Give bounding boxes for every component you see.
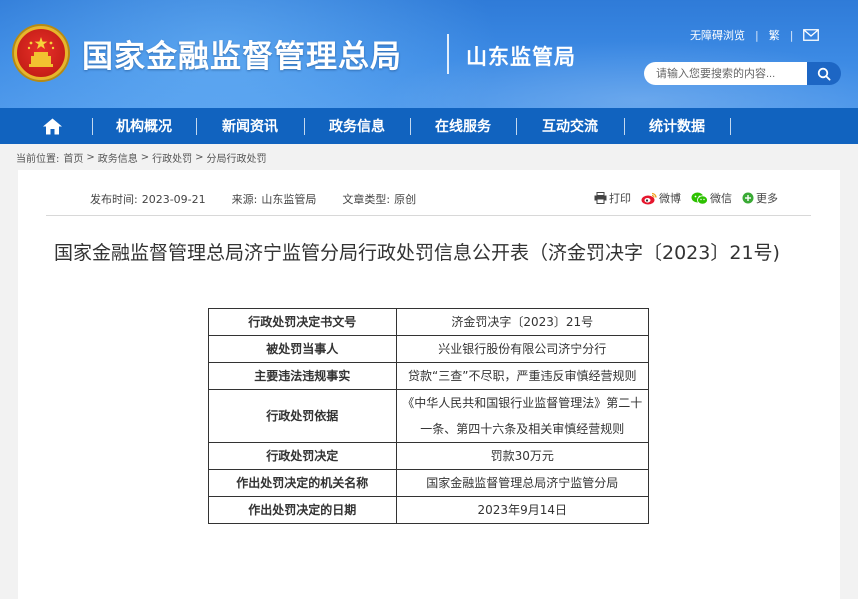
more-label: 更多	[756, 192, 778, 205]
home-icon	[42, 118, 62, 134]
home-nav-button[interactable]	[36, 108, 68, 144]
nav-item-online-service[interactable]: 在线服务	[415, 108, 511, 144]
article-title: 国家金融监督管理总局济宁监管分局行政处罚信息公开表（济金罚决字〔2023〕21号…	[54, 242, 780, 264]
type-value: 原创	[394, 193, 417, 206]
breadcrumb-separator: >	[86, 152, 95, 163]
wechat-icon	[691, 192, 708, 205]
table-key-cell: 作出处罚决定的机关名称	[208, 469, 397, 497]
nav-divider	[304, 118, 305, 135]
table-key-cell: 主要违法违规事实	[208, 362, 397, 390]
sub-title[interactable]: 山东监管局	[466, 41, 576, 71]
table-key-cell: 行政处罚决定书文号	[208, 308, 397, 336]
publish-date: 发布时间: 2023-09-21	[90, 191, 206, 207]
nav-item-statistics[interactable]: 统计数据	[629, 108, 725, 144]
table-value-cell: 2023年9月14日	[395, 496, 650, 524]
site-title[interactable]: 国家金融监督管理总局	[82, 31, 402, 76]
table-row: 行政处罚依据 《中华人民共和国银行业监督管理法》第二十一条、第四十六条及相关审慎…	[208, 389, 650, 443]
table-row: 作出处罚决定的机关名称 国家金融监督管理总局济宁监管分局	[208, 469, 650, 497]
table-row: 行政处罚决定 罚款30万元	[208, 442, 650, 470]
print-button[interactable]: 打印	[594, 190, 631, 206]
table-value-cell: 《中华人民共和国银行业监督管理法》第二十一条、第四十六条及相关审慎经营规则	[395, 389, 650, 443]
wechat-share-button[interactable]: 微信	[691, 190, 732, 206]
printer-icon	[594, 192, 607, 204]
breadcrumb-gov-info[interactable]: 政务信息	[98, 150, 138, 165]
nav-divider	[624, 118, 625, 135]
table-row: 被处罚当事人 兴业银行股份有限公司济宁分行	[208, 335, 650, 363]
table-row: 作出处罚决定的日期 2023年9月14日	[208, 496, 650, 524]
article-type: 文章类型: 原创	[342, 191, 416, 207]
search-input[interactable]	[644, 62, 808, 85]
top-link-divider: |	[755, 28, 759, 42]
nav-divider	[92, 118, 93, 135]
source-value: 山东监管局	[261, 193, 317, 206]
breadcrumb-branch-penalty[interactable]: 分局行政处罚	[207, 150, 267, 165]
share-bar: 打印 微博 微信 更多	[594, 190, 788, 206]
article-meta: 发布时间: 2023-09-21 来源: 山东监管局 文章类型: 原创	[90, 191, 442, 207]
table-key-cell: 被处罚当事人	[208, 335, 397, 363]
title-divider	[447, 34, 449, 74]
breadcrumb-penalty[interactable]: 行政处罚	[152, 150, 192, 165]
table-key-cell: 行政处罚依据	[208, 389, 397, 443]
breadcrumb-label: 当前位置:	[16, 154, 60, 165]
table-value-cell: 国家金融监督管理总局济宁监管分局	[395, 469, 650, 497]
plus-circle-icon	[742, 192, 754, 204]
article-panel: 发布时间: 2023-09-21 来源: 山东监管局 文章类型: 原创 打印 微博 微…	[18, 170, 840, 599]
nav-item-news[interactable]: 新闻资讯	[201, 108, 299, 144]
table-value-cell: 罚款30万元	[395, 442, 650, 470]
traditional-chinese-link[interactable]: 繁	[769, 27, 780, 43]
nav-item-org[interactable]: 机构概况	[97, 108, 191, 144]
penalty-info-table: 行政处罚决定书文号 济金罚决字〔2023〕21号 被处罚当事人 兴业银行股份有限…	[208, 308, 650, 524]
table-value-cell: 济金罚决字〔2023〕21号	[395, 308, 650, 336]
mail-icon[interactable]	[803, 29, 820, 41]
meta-divider	[46, 215, 811, 216]
top-link-divider: |	[789, 28, 794, 42]
top-links: 无障碍浏览 | 繁 |	[690, 27, 820, 43]
nav-divider	[410, 118, 411, 135]
breadcrumb: 当前位置: 首页 > 政务信息 > 行政处罚 > 分局行政处罚	[16, 150, 267, 165]
table-value-cell: 贷款“三查”不尽职，严重违反审慎经营规则	[395, 362, 650, 390]
nav-divider	[730, 118, 731, 135]
table-key-cell: 行政处罚决定	[208, 442, 397, 470]
nav-item-gov-info[interactable]: 政务信息	[309, 108, 405, 144]
main-nav: 机构概况 新闻资讯 政务信息 在线服务 互动交流 统计数据	[0, 108, 858, 144]
article-source: 来源: 山东监管局	[232, 191, 317, 207]
table-key-cell: 作出处罚决定的日期	[208, 496, 397, 524]
type-label: 文章类型:	[342, 193, 391, 206]
weibo-label: 微博	[659, 192, 681, 205]
breadcrumb-home[interactable]: 首页	[63, 150, 83, 165]
weibo-share-button[interactable]: 微博	[641, 190, 681, 206]
site-header: 国家金融监督管理总局 山东监管局 无障碍浏览 | 繁 |	[0, 0, 858, 108]
more-share-button[interactable]: 更多	[742, 190, 778, 206]
table-row: 行政处罚决定书文号 济金罚决字〔2023〕21号	[208, 308, 650, 336]
publish-date-value: 2023-09-21	[141, 193, 206, 206]
weibo-icon	[641, 192, 657, 204]
search-button[interactable]	[807, 62, 841, 85]
nav-divider	[516, 118, 517, 135]
publish-date-label: 发布时间:	[90, 193, 138, 206]
accessibility-link[interactable]: 无障碍浏览	[690, 27, 745, 43]
source-label: 来源:	[231, 193, 258, 206]
search-icon	[817, 67, 831, 81]
nav-item-interaction[interactable]: 互动交流	[521, 108, 619, 144]
breadcrumb-separator: >	[195, 152, 204, 163]
wechat-label: 微信	[710, 192, 732, 205]
nav-divider	[196, 118, 197, 135]
breadcrumb-separator: >	[140, 152, 150, 163]
national-emblem-icon[interactable]	[14, 26, 68, 80]
table-value-cell: 兴业银行股份有限公司济宁分行	[395, 335, 650, 363]
table-row: 主要违法违规事实 贷款“三查”不尽职，严重违反审慎经营规则	[208, 362, 650, 390]
print-label: 打印	[609, 192, 631, 205]
